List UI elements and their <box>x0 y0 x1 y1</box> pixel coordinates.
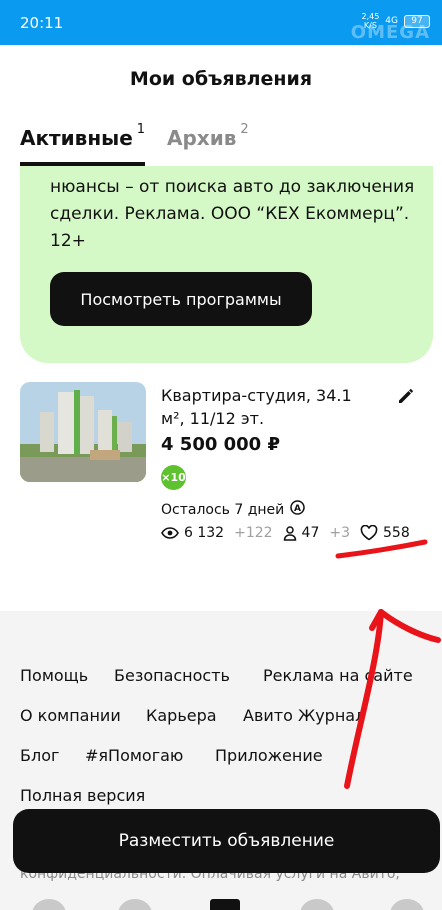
autorenew-icon[interactable]: A <box>289 499 306 520</box>
tab-archive-label: Архив <box>167 126 237 150</box>
speed-unit: K/S <box>363 21 377 30</box>
footer-link-careers[interactable]: Карьера <box>146 706 217 725</box>
page-title: Мои объявления <box>129 68 313 90</box>
footer-link-about[interactable]: О компании <box>20 706 121 725</box>
contacts-count: 47 <box>301 525 320 541</box>
boost-badge[interactable]: ×10 <box>161 465 186 490</box>
promo-text: нюансы – от поиска авто до заключения сд… <box>50 177 415 251</box>
listing-stats: 6 132 +122 47 +3 558 <box>161 525 410 541</box>
footer-link-journal[interactable]: Авито Журнал <box>243 706 365 725</box>
pencil-icon[interactable] <box>396 386 416 406</box>
status-bar: 20:11 OMEGA 2,45 K/S 4G 97 <box>0 0 442 45</box>
nav-favorites-icon[interactable] <box>118 899 152 910</box>
status-time: 20:11 <box>20 14 64 32</box>
footer-link-app[interactable]: Приложение <box>215 746 323 765</box>
svg-text:A: A <box>294 504 301 514</box>
favorites-count: 558 <box>383 525 410 541</box>
listing-title[interactable]: Квартира-студия, 34.1 м², 11/12 эт. <box>161 384 376 430</box>
tabs-bar: Активные 1 Архив 2 <box>20 122 422 166</box>
footer-link-help[interactable]: Помощь <box>20 666 88 685</box>
tab-active-label: Активные <box>20 126 133 150</box>
tab-active[interactable]: Активные 1 <box>20 122 146 166</box>
tab-active-count: 1 <box>136 122 146 138</box>
status-indicators: 2,45 K/S 4G 97 <box>361 12 430 30</box>
battery-icon: 97 <box>404 14 430 28</box>
tab-archive[interactable]: Архив 2 <box>167 122 249 166</box>
nav-add-icon[interactable] <box>210 899 240 910</box>
person-icon <box>283 525 296 541</box>
days-left: Осталось 7 дней A <box>161 499 306 520</box>
listing-price: 4 500 000 ₽ <box>161 434 280 455</box>
footer-link-help-tag[interactable]: #яПомогаю <box>85 746 183 765</box>
footer-link-ads[interactable]: Реклама на сайте <box>263 666 413 685</box>
footer-link-blog[interactable]: Блог <box>20 746 59 765</box>
footer-link-safety[interactable]: Безопасность <box>114 666 230 685</box>
promo-banner[interactable]: нюансы – от поиска авто до заключения сд… <box>20 166 433 363</box>
eye-icon <box>161 527 179 539</box>
speed-value: 2,45 <box>361 12 380 21</box>
nav-search-icon[interactable] <box>32 899 66 910</box>
days-left-text: Осталось 7 дней <box>161 501 285 518</box>
heart-icon <box>360 525 378 541</box>
tab-archive-count: 2 <box>240 122 249 138</box>
listing-photo[interactable] <box>20 382 146 482</box>
footer-link-full-version[interactable]: Полная версия <box>20 786 145 805</box>
listing-card[interactable]: Квартира-студия, 34.1 м², 11/12 эт. 4 50… <box>20 382 422 552</box>
bottom-nav <box>0 895 442 910</box>
nav-profile-icon[interactable] <box>390 899 424 910</box>
view-programs-button[interactable]: Посмотреть программы <box>50 272 312 326</box>
network-speed: 2,45 K/S <box>361 12 379 30</box>
views-count: 6 132 <box>184 525 225 541</box>
signal-icon: 4G <box>385 16 398 26</box>
post-ad-button[interactable]: Разместить объявление <box>13 809 440 873</box>
views-delta: +122 <box>234 525 273 541</box>
contacts-delta: +3 <box>329 525 351 541</box>
nav-messages-icon[interactable] <box>300 899 334 910</box>
